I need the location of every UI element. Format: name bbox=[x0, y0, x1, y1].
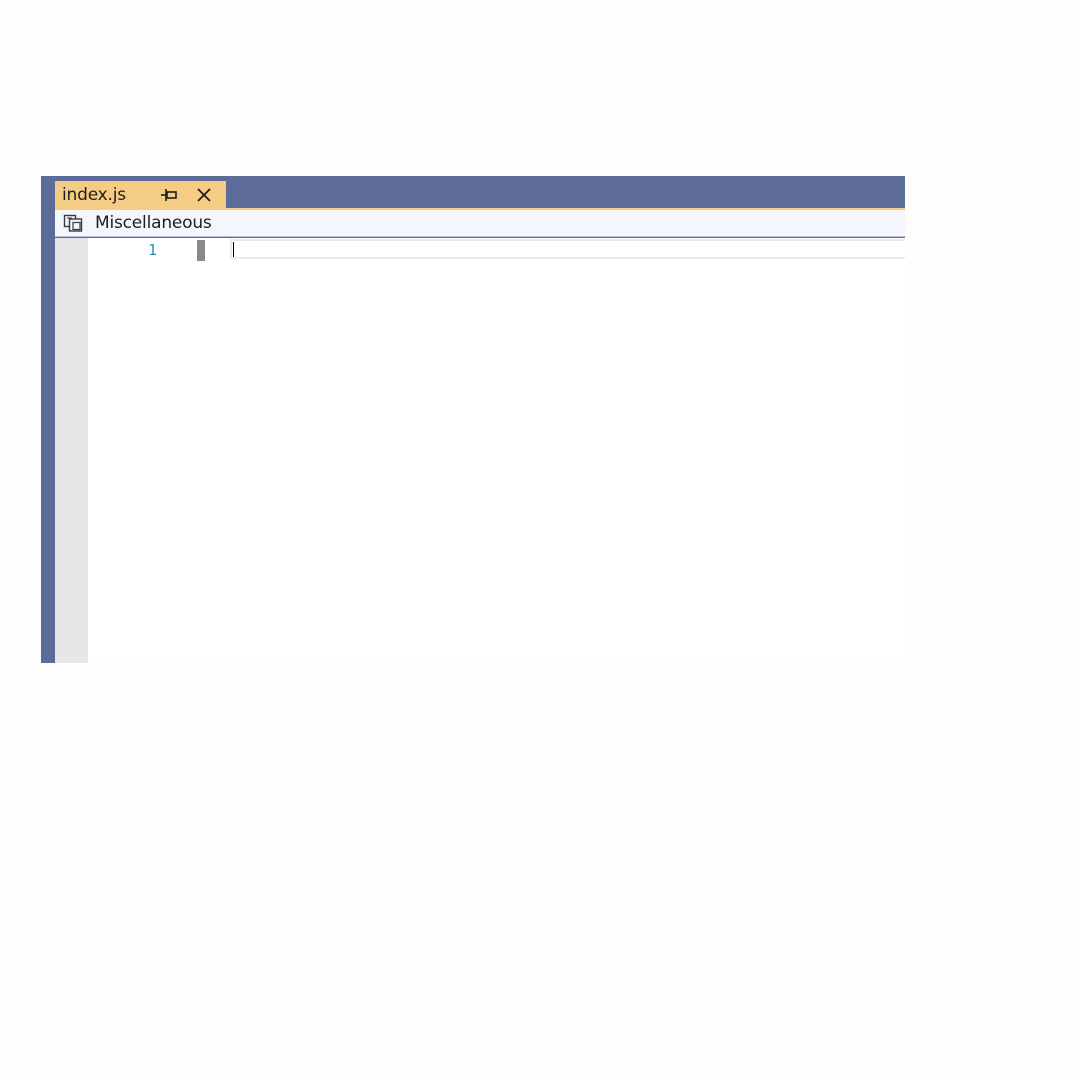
navigation-bar: Miscellaneous bbox=[55, 210, 905, 237]
miscellaneous-files-icon bbox=[63, 214, 89, 233]
editor-window: index.js Miscellaneous 1 bbox=[41, 176, 905, 663]
close-icon[interactable] bbox=[195, 186, 213, 204]
change-tracking-marker bbox=[197, 240, 205, 261]
code-editor[interactable]: 1 bbox=[55, 238, 905, 663]
pin-icon[interactable] bbox=[160, 187, 178, 203]
screen: index.js Miscellaneous 1 bbox=[0, 0, 1080, 1080]
text-caret bbox=[233, 242, 234, 257]
glyph-margin[interactable] bbox=[55, 238, 88, 663]
tab-label: index.js bbox=[62, 184, 126, 205]
current-line-highlight bbox=[230, 239, 905, 259]
document-tab-strip: index.js bbox=[41, 176, 905, 208]
tab-index-js[interactable]: index.js bbox=[55, 181, 226, 208]
line-number: 1 bbox=[147, 241, 157, 259]
project-dropdown[interactable]: Miscellaneous bbox=[95, 213, 212, 233]
